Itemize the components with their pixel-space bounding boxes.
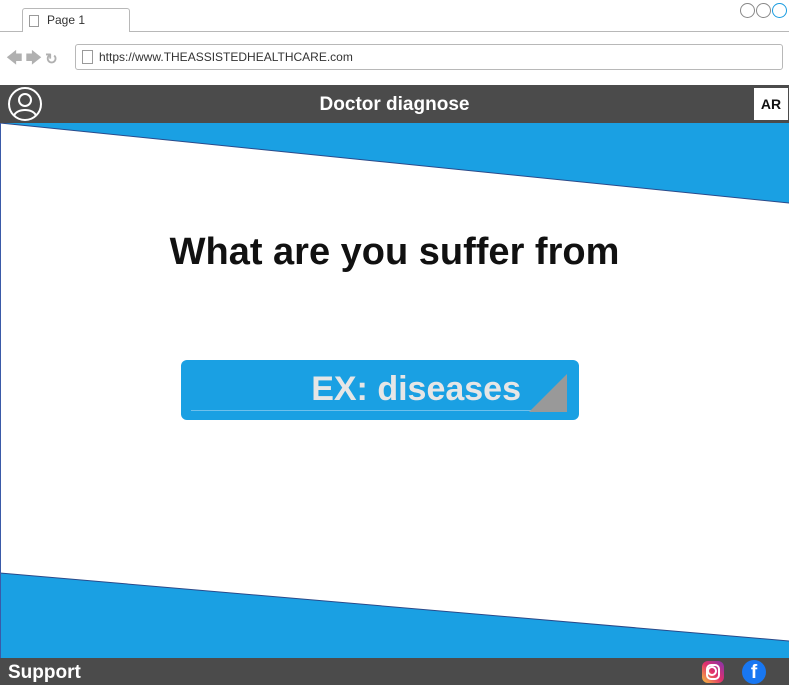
- footer-bar: Support f: [0, 658, 789, 685]
- page-icon: [29, 15, 39, 27]
- browser-tab[interactable]: Page 1: [22, 8, 130, 32]
- main-content: What are you suffer from EX: diseases: [0, 123, 789, 658]
- address-bar[interactable]: https://www.THEASSISTEDHEALTHCARE.com: [75, 44, 783, 70]
- browser-tabstrip: Page 1: [0, 0, 789, 36]
- back-arrow-icon[interactable]: 🡄: [6, 51, 23, 67]
- bottom-diagonal-band: [0, 573, 789, 658]
- dropdown-value: EX: diseases: [311, 370, 521, 408]
- disease-dropdown[interactable]: EX: diseases: [181, 360, 579, 420]
- navigation-controls: 🡄 🡆 ↻: [6, 50, 58, 69]
- url-text: https://www.THEASSISTEDHEALTHCARE.com: [99, 50, 353, 64]
- facebook-icon[interactable]: f: [742, 660, 766, 684]
- language-toggle-button[interactable]: AR: [753, 87, 789, 121]
- maximize-button[interactable]: [756, 3, 771, 18]
- forward-arrow-icon[interactable]: 🡆: [26, 51, 43, 67]
- page-title: Doctor diagnose: [319, 94, 470, 115]
- tab-label: Page 1: [47, 13, 86, 27]
- tabstrip-divider: [0, 31, 22, 32]
- dropdown-corner-icon: [529, 374, 567, 412]
- address-row: 🡄 🡆 ↻ https://www.THEASSISTEDHEALTHCARE.…: [0, 40, 789, 76]
- page-icon: [82, 50, 93, 64]
- close-button[interactable]: [772, 3, 787, 18]
- support-link[interactable]: Support: [8, 662, 81, 684]
- question-heading: What are you suffer from: [169, 231, 620, 273]
- reload-icon[interactable]: ↻: [45, 50, 58, 68]
- app-header: Doctor diagnose AR: [0, 85, 789, 123]
- window-controls: [740, 3, 787, 18]
- minimize-button[interactable]: [740, 3, 755, 18]
- instagram-icon[interactable]: [702, 661, 724, 683]
- tabstrip-divider: [130, 31, 789, 32]
- dropdown-underline: [191, 410, 551, 411]
